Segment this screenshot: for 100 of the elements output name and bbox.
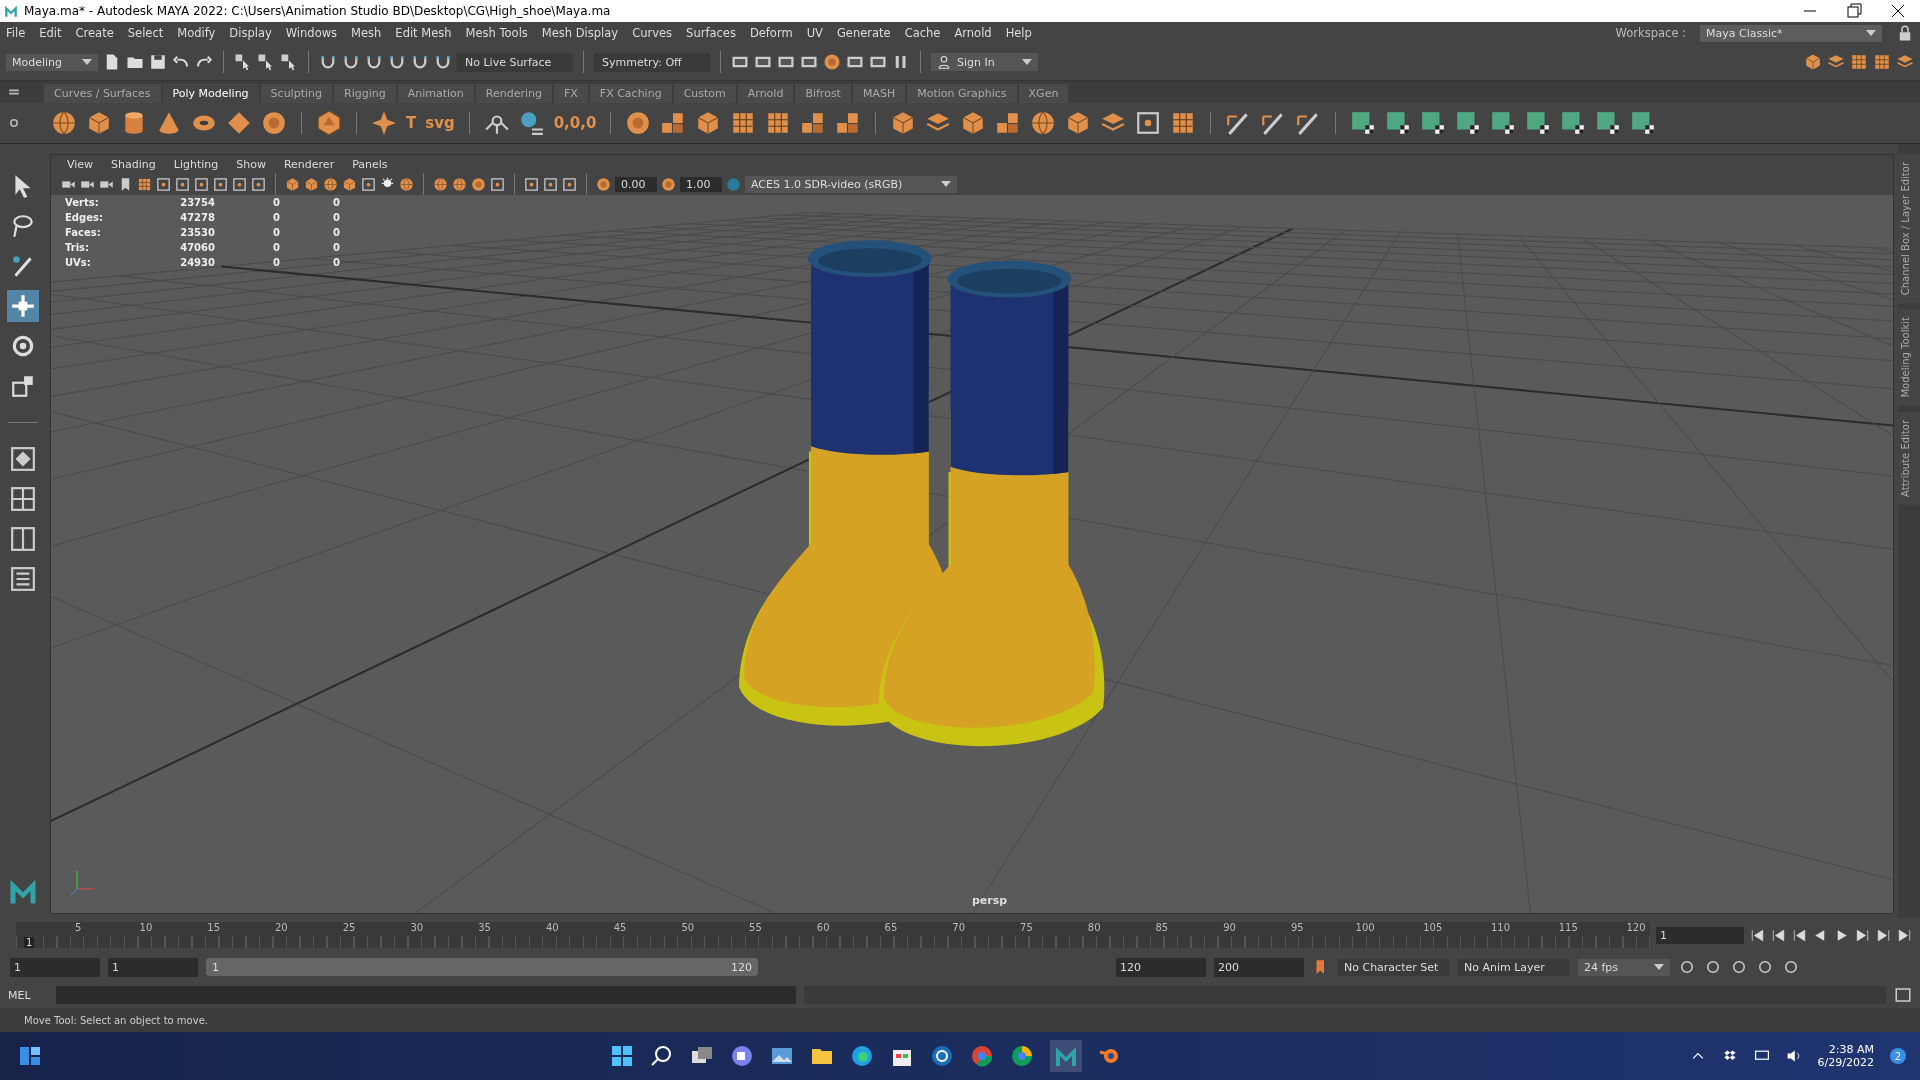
disc-icon[interactable] [625,110,652,136]
menu-item[interactable]: Curves [632,26,673,40]
sphere-icon[interactable] [452,176,467,192]
playback-end-field[interactable]: 120 [1116,957,1206,977]
range-slider[interactable]: 1 120 [206,958,758,976]
clock-date[interactable]: 6/29/2022 [1817,1056,1874,1069]
diamond-icon[interactable] [226,110,252,136]
shelf-tab[interactable]: Rendering [475,84,552,103]
select-icon[interactable] [234,53,252,71]
shelf-tab[interactable]: Arnold [737,84,794,103]
step-icon[interactable] [1750,927,1765,943]
square-icon[interactable] [232,176,247,192]
disc-icon[interactable] [661,176,676,192]
menu-item[interactable]: Create [75,26,114,40]
square-icon[interactable] [562,176,577,192]
browser-icon[interactable] [849,1044,874,1068]
menu-set-dropdown[interactable]: Modeling [6,53,98,71]
search-icon[interactable] [649,1044,674,1068]
chat-icon[interactable] [729,1044,754,1068]
magnet-icon[interactable] [434,53,452,71]
square-icon[interactable] [251,176,266,192]
cube-icon[interactable] [304,176,319,192]
square-icon[interactable] [543,176,558,192]
square-icon[interactable] [175,176,190,192]
cone-icon[interactable] [156,110,182,136]
square-icon[interactable] [194,176,209,192]
uv-icon[interactable] [1525,110,1552,136]
menu-item[interactable]: Select [127,26,164,40]
snowflake-icon[interactable]: 0,0,0 [553,114,597,132]
shelf-tab[interactable]: Animation [397,84,474,103]
menu-item[interactable]: Mesh [351,26,382,40]
anim-layer-dropdown[interactable]: No Anim Layer [1458,958,1570,976]
panel-menu-item[interactable]: Shading [111,157,156,171]
sphere-icon[interactable] [1030,110,1057,136]
polyhedron-icon[interactable] [316,110,342,136]
symmetry-dropdown[interactable]: Symmetry: Off [594,52,710,72]
sphere-icon[interactable] [399,176,414,192]
script-language-label[interactable]: MEL [8,988,48,1002]
text-tool-icon[interactable]: T [406,114,417,132]
menu-item[interactable]: UV [806,26,823,40]
svg-tool-icon[interactable]: svg [425,114,455,132]
shelf-tab[interactable]: Motion Graphics [907,84,1017,103]
panel-menu-item[interactable]: Panels [352,157,388,171]
side-tab[interactable]: Modeling Toolkit [1898,309,1920,406]
browser-icon[interactable] [969,1044,994,1068]
shelf-tab[interactable]: Custom [673,84,736,103]
cube-icon[interactable] [86,110,112,136]
menu-item[interactable]: Modify [177,26,216,40]
step-icon[interactable] [1771,927,1786,943]
start-frame-field[interactable]: 1 [10,957,100,977]
disc-icon[interactable] [823,53,841,71]
start-icon[interactable] [609,1044,634,1068]
step-icon[interactable] [1792,927,1807,943]
app-logo-icon[interactable] [1049,1040,1082,1072]
select-icon[interactable] [257,53,275,71]
menu-item[interactable]: File [6,26,26,40]
script-editor-icon[interactable] [1894,986,1912,1004]
shelf-tab[interactable]: FX [553,84,588,103]
panel-menu-item[interactable]: Lighting [173,157,219,171]
side-tab[interactable]: Channel Box / Layer Editor [1898,154,1920,304]
current-frame-field[interactable]: 1 [1656,926,1744,944]
move-tool-icon[interactable] [7,290,39,322]
shelf-tab[interactable]: XGen [1018,84,1069,103]
magnet-icon[interactable] [365,53,383,71]
shelf-tab[interactable]: Curves / Surfaces [44,84,161,103]
menu-item[interactable]: Display [229,26,272,40]
menu-item[interactable]: Arnold [954,26,992,40]
viewport[interactable]: Verts: 23754 0 0 Edges: 47278 0 0 Faces: 23530 0 0 Tris: 47060 0 0 UVs: 24930 0 0 persp [51,195,1893,913]
menu-item[interactable]: Edit Mesh [395,26,452,40]
grid-icon[interactable] [1850,53,1868,71]
square-icon[interactable] [524,176,539,192]
shelf-tab[interactable]: Poly Modeling [162,84,259,103]
grid-icon[interactable] [137,176,152,192]
star-icon[interactable] [371,110,397,136]
current-frame-marker[interactable]: 1 [24,937,35,948]
square-icon[interactable] [156,176,171,192]
live-surface-field[interactable]: No Live Surface [457,52,573,72]
grid-icon[interactable] [1873,53,1891,71]
clock-time[interactable]: 2:38 AM [1828,1043,1874,1056]
square-icon[interactable] [213,176,228,192]
square-icon[interactable] [1135,110,1162,136]
end-frame-field[interactable]: 200 [1214,957,1304,977]
color-management-icon[interactable] [726,176,741,192]
step-icon[interactable] [1897,927,1912,943]
uv-icon[interactable] [1490,110,1517,136]
character-set-dropdown[interactable]: No Character Set [1338,958,1450,976]
menu-item[interactable]: Help [1005,26,1032,40]
gamma-field[interactable]: 1.00 [680,176,722,192]
menu-item[interactable]: Mesh Display [541,26,619,40]
sign-in-dropdown[interactable]: Sign In [931,53,1038,71]
step-icon[interactable] [1876,927,1891,943]
browser-icon[interactable] [1009,1044,1034,1068]
time-slider[interactable]: 1 5 10 15 20 25 30 35 40 45 50 55 60 65 70 75 80 85 90 95 100 105 110 115 120 [16,922,1650,948]
cube-icon[interactable] [342,176,357,192]
widgets-icon[interactable] [18,1044,42,1068]
uv-icon[interactable] [1560,110,1587,136]
exposure-field[interactable]: 0.00 [615,176,657,192]
uv-icon[interactable] [1350,110,1377,136]
disc-icon[interactable] [471,176,486,192]
uv-icon[interactable] [1420,110,1447,136]
